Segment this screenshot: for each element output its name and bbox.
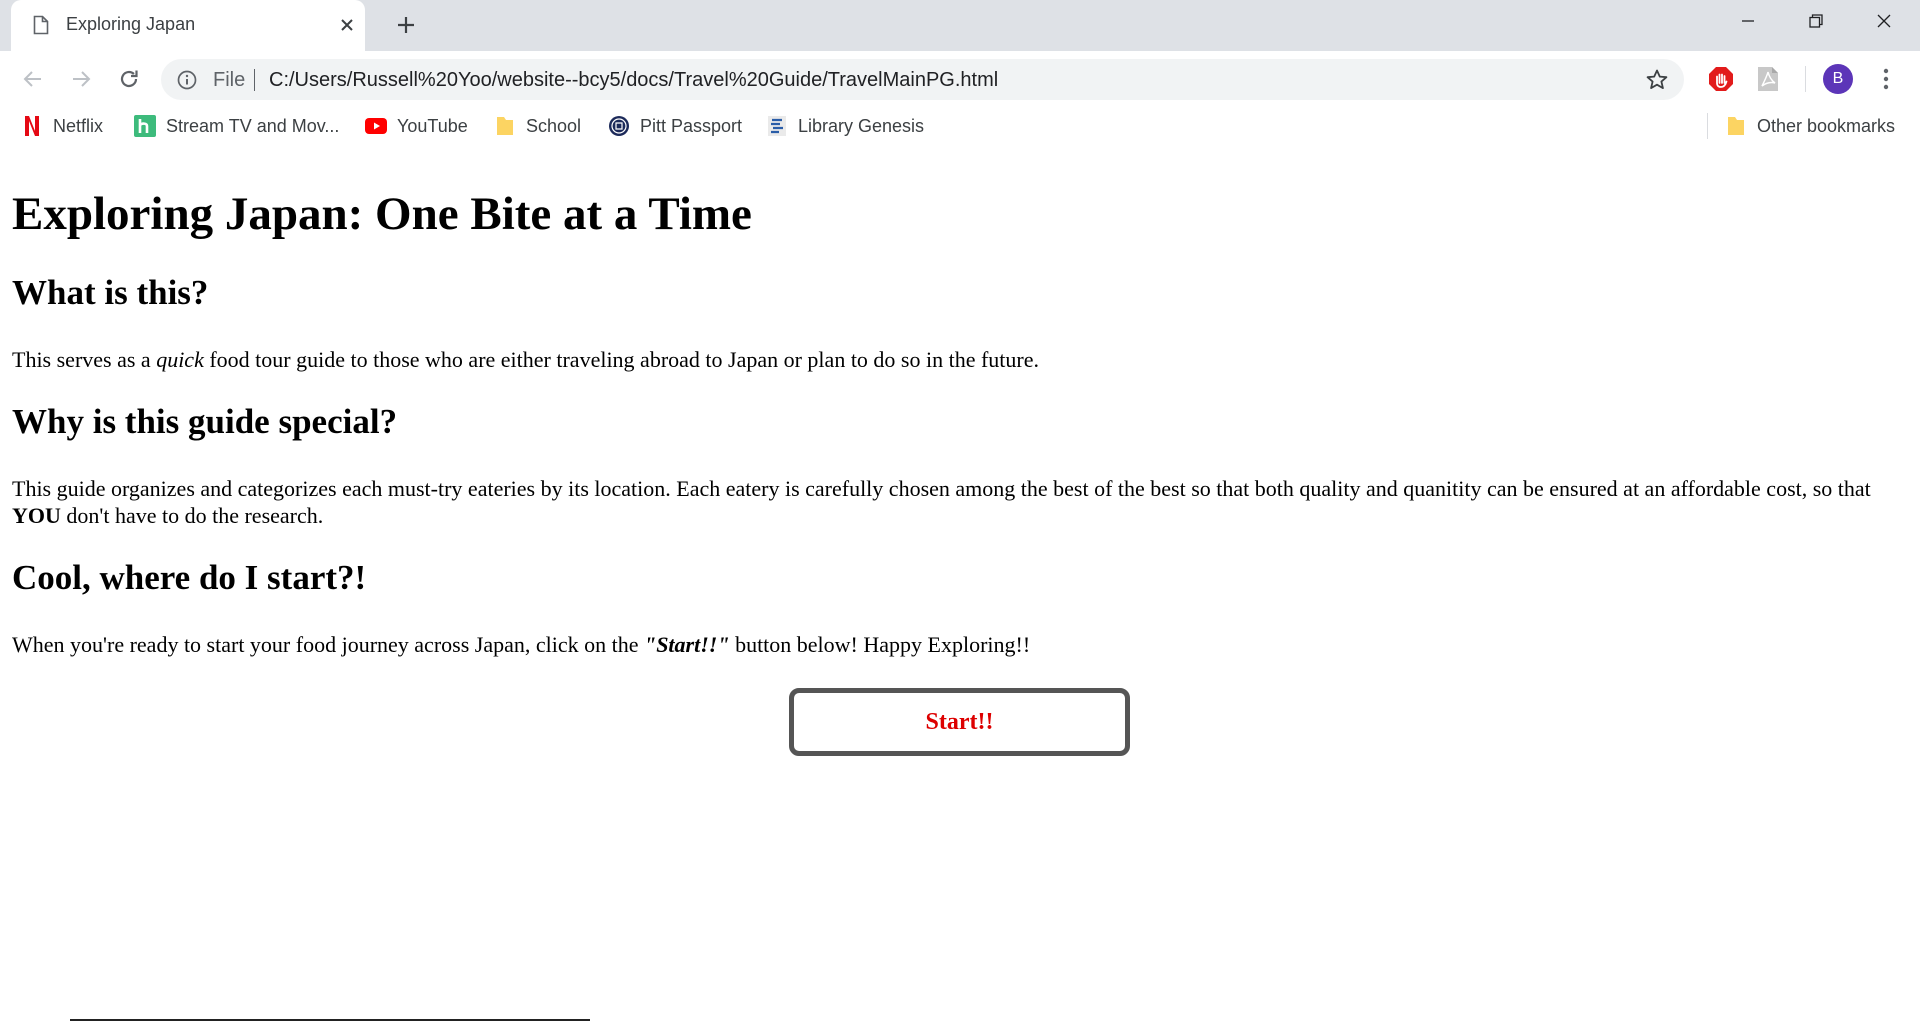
start-button[interactable]: Start!!: [789, 688, 1130, 756]
bookmark-label: Stream TV and Mov...: [166, 115, 340, 136]
star-icon[interactable]: [1644, 67, 1670, 93]
browser-toolbar: File C:/Users/Russell%20Yoo/website--bcy…: [0, 51, 1920, 107]
close-tab-icon[interactable]: [333, 11, 361, 39]
vertical-dots-icon[interactable]: [1872, 63, 1900, 95]
profile-avatar[interactable]: B: [1823, 64, 1853, 94]
address-bar[interactable]: File C:/Users/Russell%20Yoo/website--bcy…: [161, 59, 1684, 100]
bookmark-youtube[interactable]: YouTube: [365, 113, 468, 139]
bookmark-hulu[interactable]: Stream TV and Mov...: [134, 113, 339, 139]
bookmark-library-genesis[interactable]: Library Genesis: [766, 113, 924, 139]
section-heading-what: What is this?: [12, 273, 209, 312]
forward-icon[interactable]: [62, 60, 100, 98]
pitt-icon: [608, 115, 630, 137]
bookmark-label: YouTube: [397, 115, 468, 136]
bookmark-label: Library Genesis: [798, 115, 925, 136]
page-title: Exploring Japan: One Bite at a Time: [12, 188, 752, 240]
hulu-icon: [134, 115, 156, 137]
url-text[interactable]: C:/Users/Russell%20Yoo/website--bcy5/doc…: [269, 69, 998, 92]
bookmark-label: Netflix: [53, 115, 104, 136]
adblock-extension-icon[interactable]: [1706, 64, 1736, 94]
document-icon: [33, 15, 49, 35]
other-bookmarks-label: Other bookmarks: [1757, 115, 1896, 136]
minimize-icon[interactable]: [1714, 0, 1782, 42]
tab-exploring-japan[interactable]: Exploring Japan: [11, 0, 365, 51]
section-text-start: When you're ready to start your food jou…: [12, 632, 1031, 657]
close-window-icon[interactable]: [1850, 0, 1918, 42]
bookmark-netflix[interactable]: Netflix: [21, 113, 103, 139]
bookmark-label: School: [526, 115, 582, 136]
bookmark-pitt-passport[interactable]: Pitt Passport: [608, 113, 742, 139]
bookmark-other[interactable]: Other bookmarks: [1725, 113, 1895, 139]
section-text-why: This guide organizes and categorizes eac…: [12, 476, 1871, 528]
library-icon: [766, 115, 788, 137]
bookmarks-divider: [1707, 113, 1708, 139]
bookmarks-bar: Netflix Stream TV and Mov... YouTube Sch…: [0, 107, 1920, 145]
reload-icon[interactable]: [110, 60, 148, 98]
pdf-extension-icon[interactable]: [1753, 64, 1783, 94]
netflix-icon: [21, 115, 43, 137]
restore-icon[interactable]: [1782, 0, 1850, 42]
toolbar-divider: [1805, 66, 1806, 92]
back-icon[interactable]: [14, 60, 52, 98]
folder-icon: [1725, 115, 1747, 137]
tab-title: Exploring Japan: [66, 14, 196, 34]
new-tab-icon[interactable]: [391, 10, 421, 40]
info-icon[interactable]: [177, 70, 197, 90]
scheme-label: File: [213, 69, 246, 91]
bookmark-school[interactable]: School: [494, 113, 581, 139]
omnibox-divider: [254, 69, 255, 91]
folder-icon: [494, 115, 516, 137]
section-heading-why: Why is this guide special?: [12, 402, 398, 441]
bookmark-label: Pitt Passport: [640, 115, 743, 136]
section-text-what: This serves as a quick food tour guide t…: [12, 347, 1040, 372]
section-heading-start: Cool, where do I start?!: [12, 558, 367, 597]
tab-strip: Exploring Japan: [0, 0, 1920, 51]
youtube-icon: [365, 115, 387, 137]
